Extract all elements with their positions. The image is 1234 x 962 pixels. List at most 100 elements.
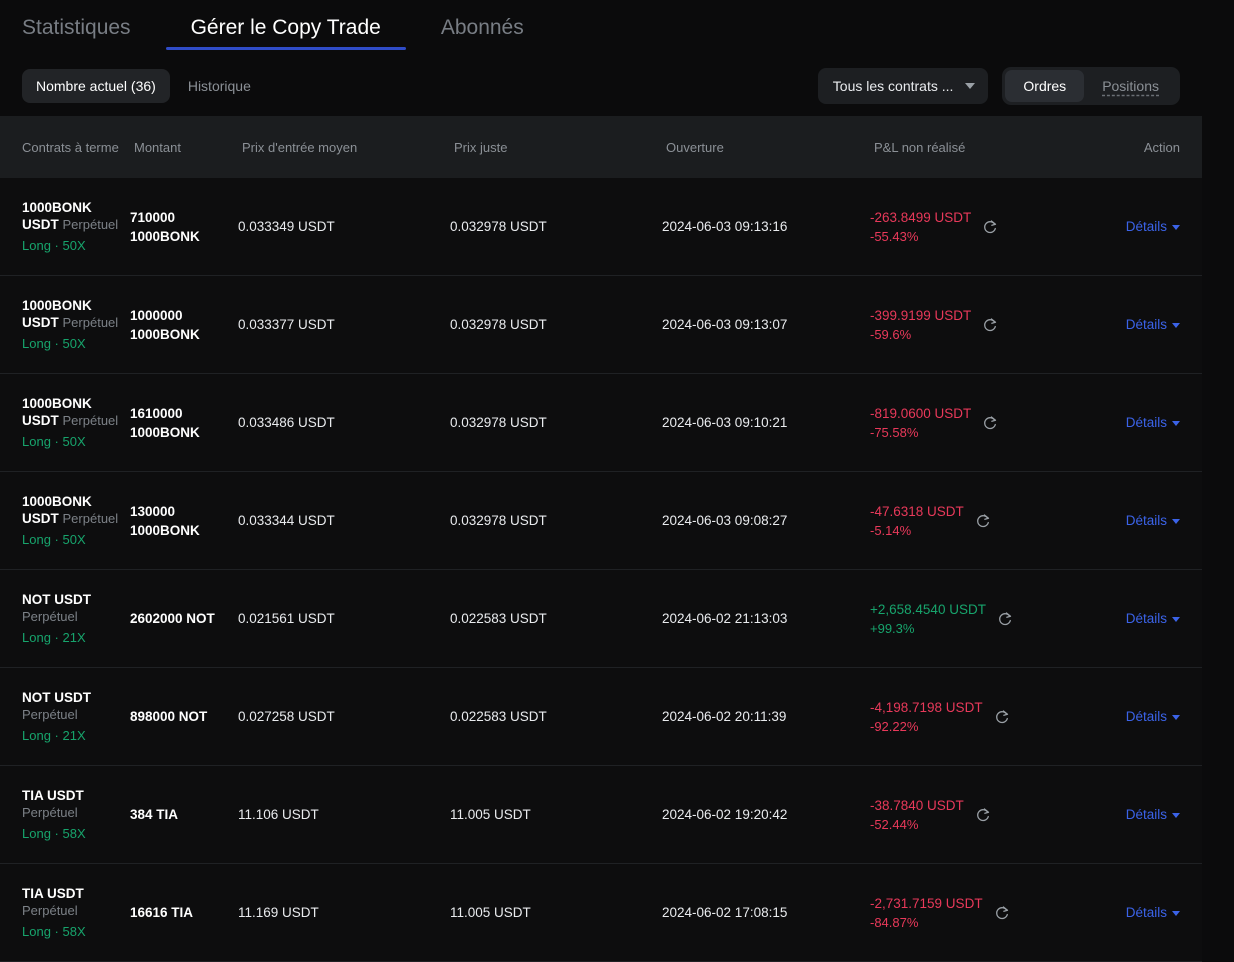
pnl-wrapper: -4,198.7198 USDT -92.22% xyxy=(870,698,1088,736)
chevron-down-icon xyxy=(965,83,976,89)
pnl-values: -4,198.7198 USDT -92.22% xyxy=(870,698,983,736)
refresh-icon[interactable] xyxy=(982,317,998,333)
refresh-icon[interactable] xyxy=(997,611,1013,627)
details-link[interactable]: Détails xyxy=(1126,415,1180,430)
side-label: Long xyxy=(22,434,51,449)
symbol-name: TIA USDT Perpétuel xyxy=(22,787,130,821)
pnl-wrapper: -2,731.7159 USDT -84.87% xyxy=(870,894,1088,932)
symbol-name: 1000BONK USDT Perpétuel xyxy=(22,493,130,527)
tab-statistiques[interactable]: Statistiques xyxy=(22,4,161,56)
column-header-opened: Ouverture xyxy=(666,139,724,155)
symbol-text: TIA USDT xyxy=(22,788,84,803)
chevron-down-icon xyxy=(1172,813,1180,818)
cell-action: Détails xyxy=(1088,807,1202,822)
chevron-down-icon xyxy=(1172,715,1180,720)
leverage-label: 58X xyxy=(62,924,86,939)
contract-kind: Perpétuel xyxy=(62,511,119,526)
pnl-amount: -38.7840 USDT xyxy=(870,797,964,813)
cell-fair-price: 11.005 USDT xyxy=(450,905,531,920)
toggle-orders[interactable]: Ordres xyxy=(1005,70,1085,102)
details-label: Détails xyxy=(1125,709,1167,724)
side-label: Long xyxy=(22,728,51,743)
position-side: Long · 58X xyxy=(22,924,86,939)
cell-opened-at: 2024-06-03 09:10:21 xyxy=(662,415,788,430)
contract-kind: Perpétuel xyxy=(62,315,119,330)
cell-futures: 1000BONK USDT Perpétuel Long · 50X xyxy=(0,493,130,548)
segment-history[interactable]: Historique xyxy=(174,69,265,103)
table-row: 1000BONK USDT Perpétuel Long · 50X 1000000… xyxy=(0,276,1202,374)
toggle-positions[interactable]: Positions xyxy=(1084,70,1177,102)
table-row: TIA USDT Perpétuel Long · 58X 16616 TIA 11.… xyxy=(0,864,1202,962)
cell-futures: 1000BONK USDT Perpétuel Long · 50X xyxy=(0,199,130,254)
cell-opened-at: 2024-06-03 09:08:27 xyxy=(662,513,788,528)
tab-abonn-s[interactable]: Abonnés xyxy=(411,4,554,56)
pnl-wrapper: +2,658.4540 USDT +99.3% xyxy=(870,600,1088,638)
cell-opened-at: 2024-06-02 20:11:39 xyxy=(662,709,787,724)
refresh-icon[interactable] xyxy=(975,807,991,823)
pnl-amount: -2,731.7159 USDT xyxy=(870,895,983,911)
cell-amount: 1610000 1000BONK xyxy=(130,405,200,440)
table-header-row: Contrats à terme Montant Prix d'entrée m… xyxy=(0,116,1202,178)
details-link[interactable]: Détails xyxy=(1126,513,1180,528)
pnl-percent: -84.87% xyxy=(870,914,919,930)
position-side: Long · 50X xyxy=(22,336,86,351)
toolbar-right-controls: Tous les contrats ... Ordres Positions xyxy=(817,67,1180,105)
details-link[interactable]: Détails xyxy=(1126,905,1180,920)
leverage-label: 50X xyxy=(62,238,86,253)
cell-opened-at: 2024-06-02 21:13:03 xyxy=(662,611,788,626)
refresh-icon[interactable] xyxy=(975,513,991,529)
refresh-icon[interactable] xyxy=(982,219,998,235)
symbol-name: 1000BONK USDT Perpétuel xyxy=(22,395,130,429)
position-side: Long · 21X xyxy=(22,728,86,743)
cell-action: Détails xyxy=(1088,317,1202,332)
table-row: 1000BONK USDT Perpétuel Long · 50X 130000 … xyxy=(0,472,1202,570)
pnl-amount: -47.6318 USDT xyxy=(870,503,964,519)
cell-amount: 1000000 1000BONK xyxy=(130,307,200,342)
contract-kind: Perpétuel xyxy=(22,903,78,918)
details-label: Détails xyxy=(1125,219,1167,234)
cell-futures: 1000BONK USDT Perpétuel Long · 50X xyxy=(0,297,130,352)
pnl-percent: -59.6% xyxy=(870,326,912,342)
cell-action: Détails xyxy=(1088,709,1202,724)
cell-entry-price: 0.021561 USDT xyxy=(238,611,335,626)
position-side: Long · 21X xyxy=(22,630,86,645)
pnl-percent: -52.44% xyxy=(870,816,919,832)
tab-g-rer-le-copy-trade[interactable]: Gérer le Copy Trade xyxy=(161,4,411,56)
pnl-values: -263.8499 USDT -55.43% xyxy=(870,208,971,246)
details-label: Détails xyxy=(1125,513,1167,528)
refresh-icon[interactable] xyxy=(982,415,998,431)
cell-action: Détails xyxy=(1088,611,1202,626)
cell-unrealized-pnl: -47.6318 USDT -5.14% xyxy=(870,502,1088,540)
contract-filter-value: Tous les contrats ... xyxy=(832,78,954,94)
leverage-label: 21X xyxy=(62,728,86,743)
cell-unrealized-pnl: -819.0600 USDT -75.58% xyxy=(870,404,1088,442)
symbol-text: NOT USDT xyxy=(22,592,91,607)
details-label: Détails xyxy=(1125,415,1167,430)
cell-futures: 1000BONK USDT Perpétuel Long · 50X xyxy=(0,395,130,450)
details-link[interactable]: Détails xyxy=(1126,709,1180,724)
details-link[interactable]: Détails xyxy=(1126,807,1180,822)
table-row: 1000BONK USDT Perpétuel Long · 50X 1610000… xyxy=(0,374,1202,472)
refresh-icon[interactable] xyxy=(994,709,1010,725)
cell-unrealized-pnl: +2,658.4540 USDT +99.3% xyxy=(870,600,1088,638)
cell-opened-at: 2024-06-02 17:08:15 xyxy=(662,905,788,920)
details-link[interactable]: Détails xyxy=(1126,611,1180,626)
cell-fair-price: 0.032978 USDT xyxy=(450,219,547,234)
cell-action: Détails xyxy=(1088,513,1202,528)
pnl-values: -47.6318 USDT -5.14% xyxy=(870,502,964,540)
column-header-fair-price: Prix juste xyxy=(454,139,508,155)
details-link[interactable]: Détails xyxy=(1126,317,1180,332)
pnl-percent: -5.14% xyxy=(870,522,912,538)
cell-opened-at: 2024-06-02 19:20:42 xyxy=(662,807,788,822)
side-label: Long xyxy=(22,336,51,351)
details-link[interactable]: Détails xyxy=(1126,219,1180,234)
refresh-icon[interactable] xyxy=(994,905,1010,921)
cell-opened-at: 2024-06-03 09:13:16 xyxy=(662,219,788,234)
cell-fair-price: 0.032978 USDT xyxy=(450,415,547,430)
segment-current-count[interactable]: Nombre actuel (36) xyxy=(22,69,170,103)
chevron-down-icon xyxy=(1172,519,1180,524)
contract-filter-select[interactable]: Tous les contrats ... xyxy=(817,68,989,104)
table-body: 1000BONK USDT Perpétuel Long · 50X 710000 … xyxy=(0,178,1202,962)
table-row: NOT USDT Perpétuel Long · 21X 898000 NOT 0.… xyxy=(0,668,1202,766)
chevron-down-icon xyxy=(1172,617,1180,622)
